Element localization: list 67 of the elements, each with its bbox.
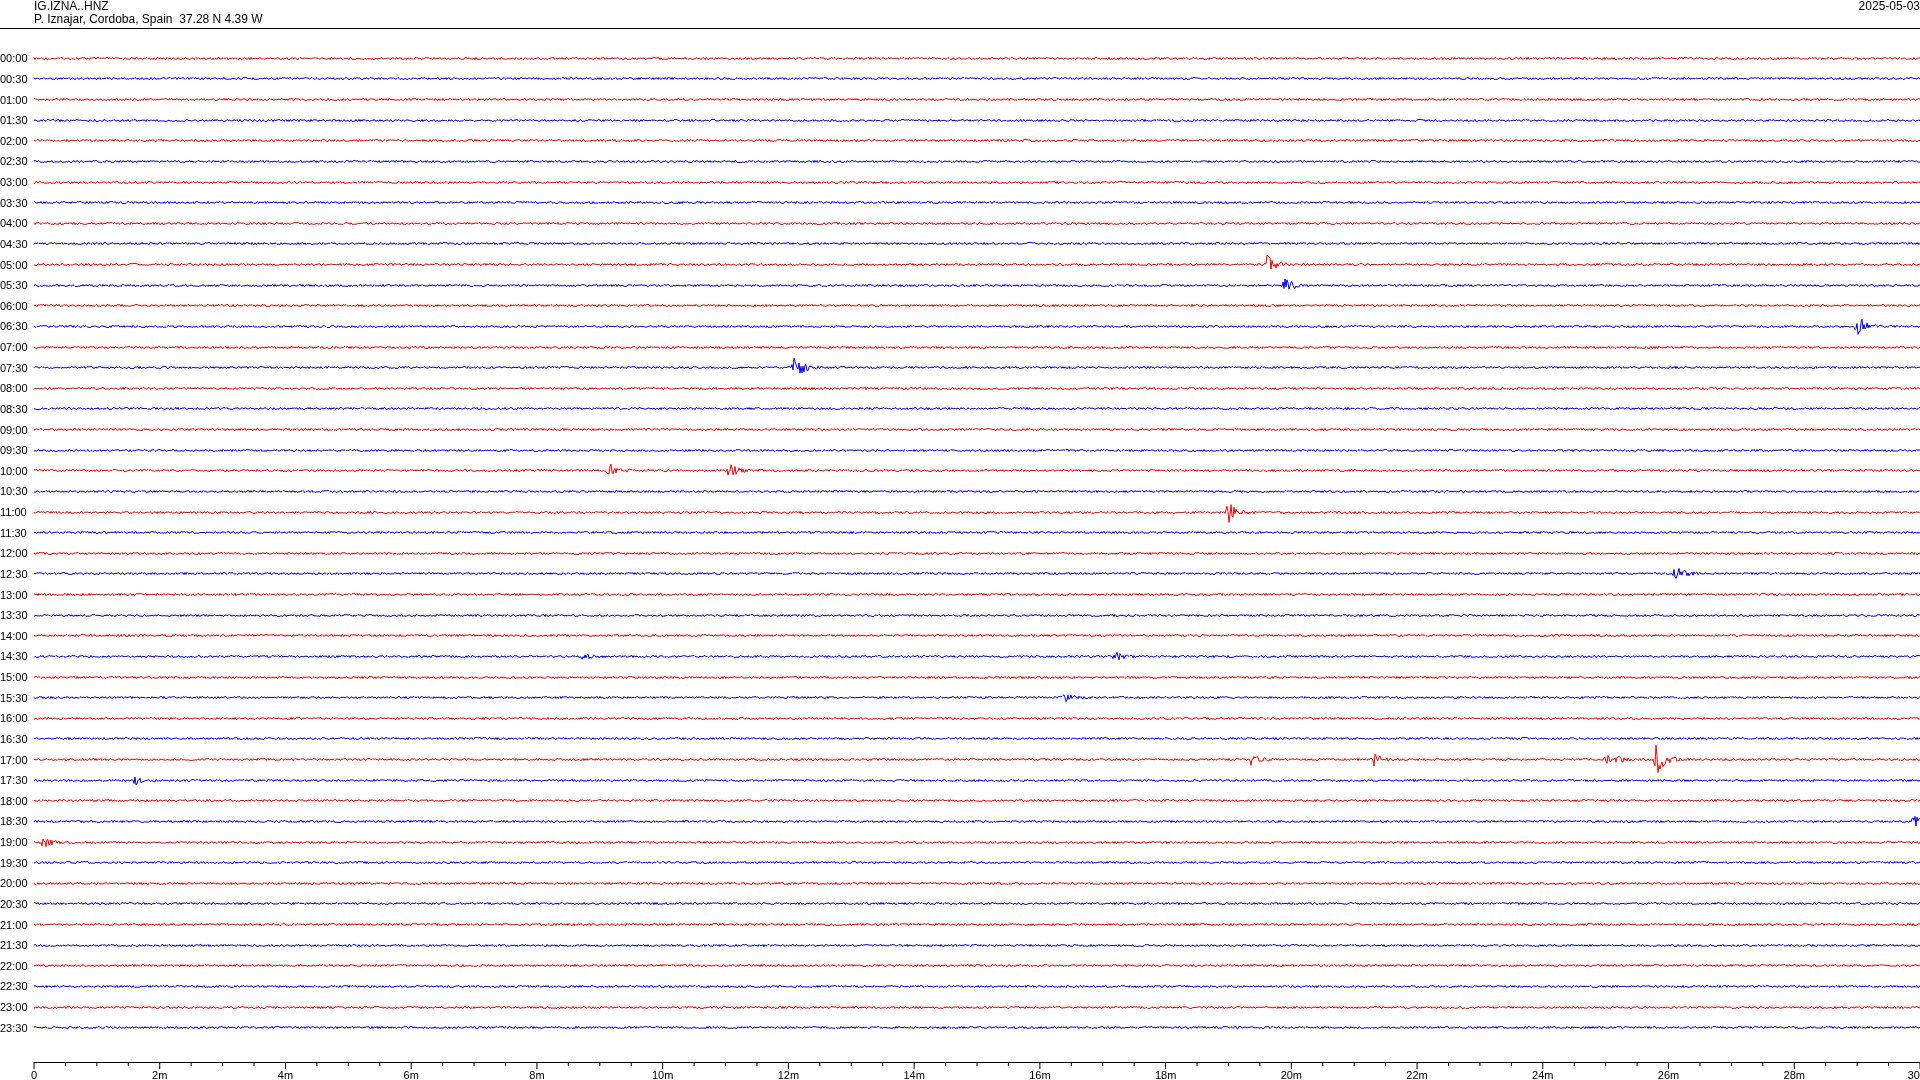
time-label: 11:30 [0, 526, 28, 539]
time-label: 12:30 [0, 567, 29, 580]
time-label: 21:30 [0, 939, 29, 952]
station-code: IG.IZNA..HNZ [34, 0, 110, 13]
time-label: 22:00 [0, 959, 29, 972]
time-label: 04:30 [0, 237, 29, 250]
time-label: 13:00 [0, 588, 29, 601]
time-label: 03:00 [0, 176, 29, 189]
axis-tick-label: 16m [1029, 1069, 1051, 1080]
time-label: 15:30 [0, 691, 29, 704]
time-label: 08:30 [0, 402, 29, 415]
axis-tick-label: 28m [1783, 1069, 1805, 1080]
axis-tick-label: 18m [1154, 1069, 1177, 1080]
time-label: 05:30 [0, 279, 29, 292]
time-label: 17:30 [0, 774, 29, 787]
time-label: 21:00 [0, 918, 29, 931]
time-label: 14:30 [0, 650, 29, 663]
axis-tick-label: 14m [903, 1069, 925, 1080]
time-label: 03:30 [0, 196, 29, 209]
time-label: 01:00 [0, 93, 29, 106]
time-label: 00:30 [0, 72, 29, 85]
time-label: 23:00 [0, 1001, 29, 1014]
time-label: 10:30 [0, 485, 29, 498]
axis-tick-label: 6m [403, 1069, 419, 1080]
axis-tick-label: 8m [529, 1069, 545, 1080]
time-label: 18:30 [0, 815, 29, 828]
time-label: 18:00 [0, 794, 29, 807]
time-label: 06:30 [0, 320, 29, 333]
time-label: 05:00 [0, 258, 29, 271]
time-label: 15:00 [0, 671, 29, 684]
axis-tick-label: 2m [152, 1069, 168, 1080]
time-label: 04:00 [0, 217, 29, 230]
time-label: 10:00 [0, 464, 29, 477]
time-label: 20:30 [0, 897, 29, 910]
time-label: 06:00 [0, 299, 29, 312]
time-label: 07:30 [0, 361, 29, 374]
time-label: 08:00 [0, 382, 29, 395]
axis-tick-label: 12m [777, 1069, 800, 1080]
time-label: 19:00 [0, 836, 29, 849]
axis-tick-label: 22m [1406, 1069, 1428, 1080]
axis-tick-label: 20m [1280, 1069, 1303, 1080]
time-label: 16:30 [0, 732, 29, 745]
time-label: 13:30 [0, 609, 29, 622]
time-label: 22:30 [0, 980, 29, 993]
axis-tick-label: 4m [277, 1069, 294, 1080]
time-label: 07:00 [0, 341, 29, 354]
time-label: 19:30 [0, 856, 29, 869]
axis-tick-label: 30 [1907, 1069, 1920, 1080]
time-label: 09:30 [0, 444, 29, 457]
time-label: 11:00 [0, 506, 28, 519]
time-label: 12:00 [0, 547, 29, 560]
time-label: 09:00 [0, 423, 29, 436]
time-label: 17:00 [0, 753, 29, 766]
time-label: 02:30 [0, 155, 29, 168]
time-label: 23:30 [0, 1021, 29, 1034]
date-label: 2025-05-03 [1858, 0, 1920, 13]
axis-tick-label: 10m [651, 1069, 674, 1080]
time-label: 02:00 [0, 134, 29, 147]
time-label: 16:00 [0, 712, 29, 725]
station-location: P. Iznajar, Cordoba, Spain 37.28 N 4.39 W [34, 13, 263, 26]
time-label: 01:30 [0, 114, 29, 127]
axis-tick-label: 26m [1657, 1069, 1680, 1080]
time-label: 00:00 [0, 52, 29, 65]
time-label: 14:00 [0, 629, 29, 642]
axis-tick-label: 24m [1532, 1069, 1554, 1080]
axis-tick-label: 0 [31, 1069, 38, 1080]
time-label: 20:00 [0, 877, 29, 890]
